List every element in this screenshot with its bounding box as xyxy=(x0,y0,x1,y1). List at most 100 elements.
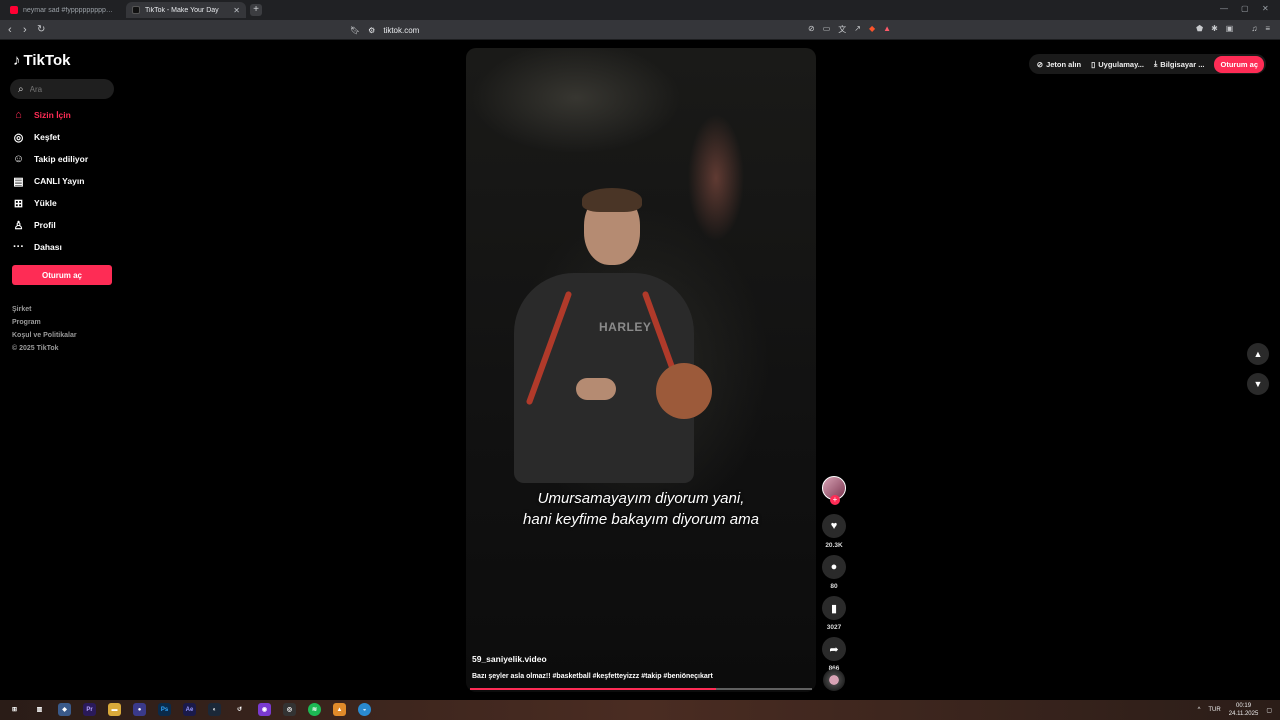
live-icon: ▤ xyxy=(13,175,24,188)
sidebar-item-following[interactable]: ☺ Takip ediliyor xyxy=(12,148,122,170)
basketball xyxy=(656,363,712,419)
shield-icon[interactable]: ◆ xyxy=(869,24,875,35)
app-icon[interactable]: ▲ xyxy=(333,703,346,716)
cast-icon[interactable]: ▭ xyxy=(823,24,831,35)
maximize-icon[interactable]: ▢ xyxy=(1241,4,1249,13)
sidebar-menu: ⌂ Sizin İçin ◎ Keşfet ☺ Takip ediliyor ▤… xyxy=(12,104,122,258)
next-video-button[interactable]: ▼ xyxy=(1247,373,1269,395)
footer-link-company[interactable]: Şirket xyxy=(12,306,77,319)
close-tab-icon[interactable]: ✕ xyxy=(233,6,240,15)
steam-icon[interactable]: ◐ xyxy=(208,703,221,716)
browser-toolbar: ⬟ ✱ ▣ ♫ ≡ xyxy=(1196,24,1270,33)
youtube-icon xyxy=(10,6,18,14)
search-icon: ⌕ xyxy=(18,83,24,95)
sidebar-item-for-you[interactable]: ⌂ Sizin İçin xyxy=(12,104,122,126)
share-icon[interactable]: ↗ xyxy=(854,24,861,35)
video-person-hair xyxy=(582,188,642,212)
sidebar-item-profile[interactable]: ♙ Profil xyxy=(12,214,122,236)
notification-icon[interactable]: ▢ xyxy=(1266,707,1272,714)
upload-icon: ⊞ xyxy=(13,197,24,210)
tab-title: TikTok - Make Your Day xyxy=(145,6,219,14)
bookmark-icon[interactable]: 🔖︎ xyxy=(350,26,360,35)
browser-app-icon[interactable]: ◆ xyxy=(58,703,71,716)
header-login-button[interactable]: Oturum aç xyxy=(1214,55,1264,73)
reload-icon[interactable]: ↻ xyxy=(37,23,45,37)
media-icon[interactable]: ♫ xyxy=(1251,24,1257,33)
video-description[interactable]: Bazı şeyler asla olmaz!! #basketball #ke… xyxy=(472,673,713,680)
app-icon[interactable]: ◒ xyxy=(358,703,371,716)
app-icon[interactable]: ● xyxy=(133,703,146,716)
comment-button[interactable]: ● xyxy=(822,555,846,579)
creator-avatar[interactable]: + xyxy=(822,476,846,505)
windows-taskbar: ⊞ ▥ ◆ Pr ▬ ● Ps Ae ◐ ↺ ◉ ◎ ≋ ▲ ◒ ^ TUR 0… xyxy=(0,700,1280,720)
search-box[interactable]: ⌕ xyxy=(10,79,114,99)
video-player[interactable]: HARLEY Umursamayayım diyorum yani, hani … xyxy=(466,48,816,692)
browser-tab-bar: neymar sad #fyppppppppppppppp TikTok - M… xyxy=(0,0,1280,20)
sidebar-item-live[interactable]: ▤ CANLI Yayın xyxy=(12,170,122,192)
language-indicator[interactable]: TUR xyxy=(1208,707,1220,713)
share-button[interactable]: ➦ xyxy=(822,637,846,661)
follow-plus-icon[interactable]: + xyxy=(830,495,840,505)
music-disc-icon[interactable] xyxy=(823,669,845,691)
comment-icon: ● xyxy=(830,561,838,573)
sidebar-item-upload[interactable]: ⊞ Yükle xyxy=(12,192,122,214)
like-count: 20.3K xyxy=(825,542,843,549)
discord-icon[interactable]: ◉ xyxy=(258,703,271,716)
after-effects-icon[interactable]: Ae xyxy=(183,703,196,716)
footer-link-terms[interactable]: Koşul ve Politikalar xyxy=(12,332,77,345)
search-input[interactable] xyxy=(29,84,100,94)
sidebar-item-explore[interactable]: ◎ Keşfet xyxy=(12,126,122,148)
sidebar-login-button[interactable]: Oturum aç xyxy=(12,265,112,285)
browser-tab-tiktok[interactable]: TikTok - Make Your Day ✕ xyxy=(126,2,246,18)
tiktok-note-icon: ♪ xyxy=(13,52,21,69)
download-icon: ⤓ xyxy=(1153,59,1158,68)
phone-icon: ▯ xyxy=(1091,59,1096,69)
translate-icon[interactable]: 文 xyxy=(838,24,846,35)
extensions-icon[interactable]: ✱ xyxy=(1211,24,1218,33)
url-text[interactable]: tiktok.com xyxy=(383,26,419,35)
following-icon: ☺ xyxy=(12,153,25,165)
video-progress-bar[interactable] xyxy=(470,688,812,690)
sidebar-item-more[interactable]: ··· Dahası xyxy=(12,236,122,258)
browser-tab-youtube[interactable]: neymar sad #fyppppppppppppppp xyxy=(4,2,120,18)
rewards-icon[interactable]: ▲ xyxy=(883,24,891,35)
video-progress-fill xyxy=(470,688,717,690)
reader-icon[interactable]: ⊘ xyxy=(808,24,815,35)
previous-video-button[interactable]: ▲ xyxy=(1247,343,1269,365)
tiktok-logo[interactable]: ♪ TikTok xyxy=(13,52,70,69)
site-info-icon[interactable]: ⚙︎ xyxy=(368,26,375,35)
video-username[interactable]: 59_saniyelik.video xyxy=(472,654,547,664)
close-window-icon[interactable]: ✕ xyxy=(1262,4,1269,13)
footer-link-program[interactable]: Program xyxy=(12,319,77,332)
comment-count: 80 xyxy=(830,583,838,590)
start-icon[interactable]: ⊞ xyxy=(8,703,21,716)
file-explorer-icon[interactable]: ▬ xyxy=(108,703,121,716)
minimize-icon[interactable]: — xyxy=(1220,4,1228,13)
url-actions: ⊘ ▭ 文 ↗ ◆ ▲ xyxy=(808,24,891,35)
sidebar-icon[interactable]: ▣ xyxy=(1226,24,1234,33)
clock[interactable]: 00:19 24.11.2025 xyxy=(1229,702,1259,718)
new-tab-button[interactable]: + xyxy=(250,4,262,16)
share-arrow-icon: ➦ xyxy=(829,643,839,656)
more-icon: ··· xyxy=(13,241,24,253)
premiere-icon[interactable]: Pr xyxy=(83,703,96,716)
bookmark-icon: ▮ xyxy=(830,602,838,615)
taskbar-apps: ⊞ ▥ ◆ Pr ▬ ● Ps Ae ◐ ↺ ◉ ◎ ≋ ▲ ◒ xyxy=(8,703,371,716)
tray-expand-icon[interactable]: ^ xyxy=(1198,707,1201,713)
spotify-icon[interactable]: ≋ xyxy=(308,703,321,716)
like-button[interactable]: ♥ xyxy=(822,514,846,538)
wallet-icon[interactable]: ⬟ xyxy=(1196,24,1203,33)
save-button[interactable]: ▮ xyxy=(822,596,846,620)
heart-icon: ♥ xyxy=(830,520,838,532)
capcut-icon[interactable]: ↺ xyxy=(233,703,246,716)
photoshop-icon[interactable]: Ps xyxy=(158,703,171,716)
task-view-icon[interactable]: ▥ xyxy=(33,703,46,716)
obs-icon[interactable]: ◎ xyxy=(283,703,296,716)
menu-icon[interactable]: ≡ xyxy=(1265,24,1270,33)
get-coins-button[interactable]: ⊘ Jeton alın xyxy=(1037,60,1081,69)
forward-icon[interactable]: › xyxy=(23,23,27,37)
get-app-button[interactable]: ▯ Uygulamay... xyxy=(1091,60,1144,69)
compass-icon: ◎ xyxy=(13,131,24,144)
desktop-app-button[interactable]: ⤓ Bilgisayar ... xyxy=(1154,59,1205,69)
back-icon[interactable]: ‹ xyxy=(8,23,12,37)
